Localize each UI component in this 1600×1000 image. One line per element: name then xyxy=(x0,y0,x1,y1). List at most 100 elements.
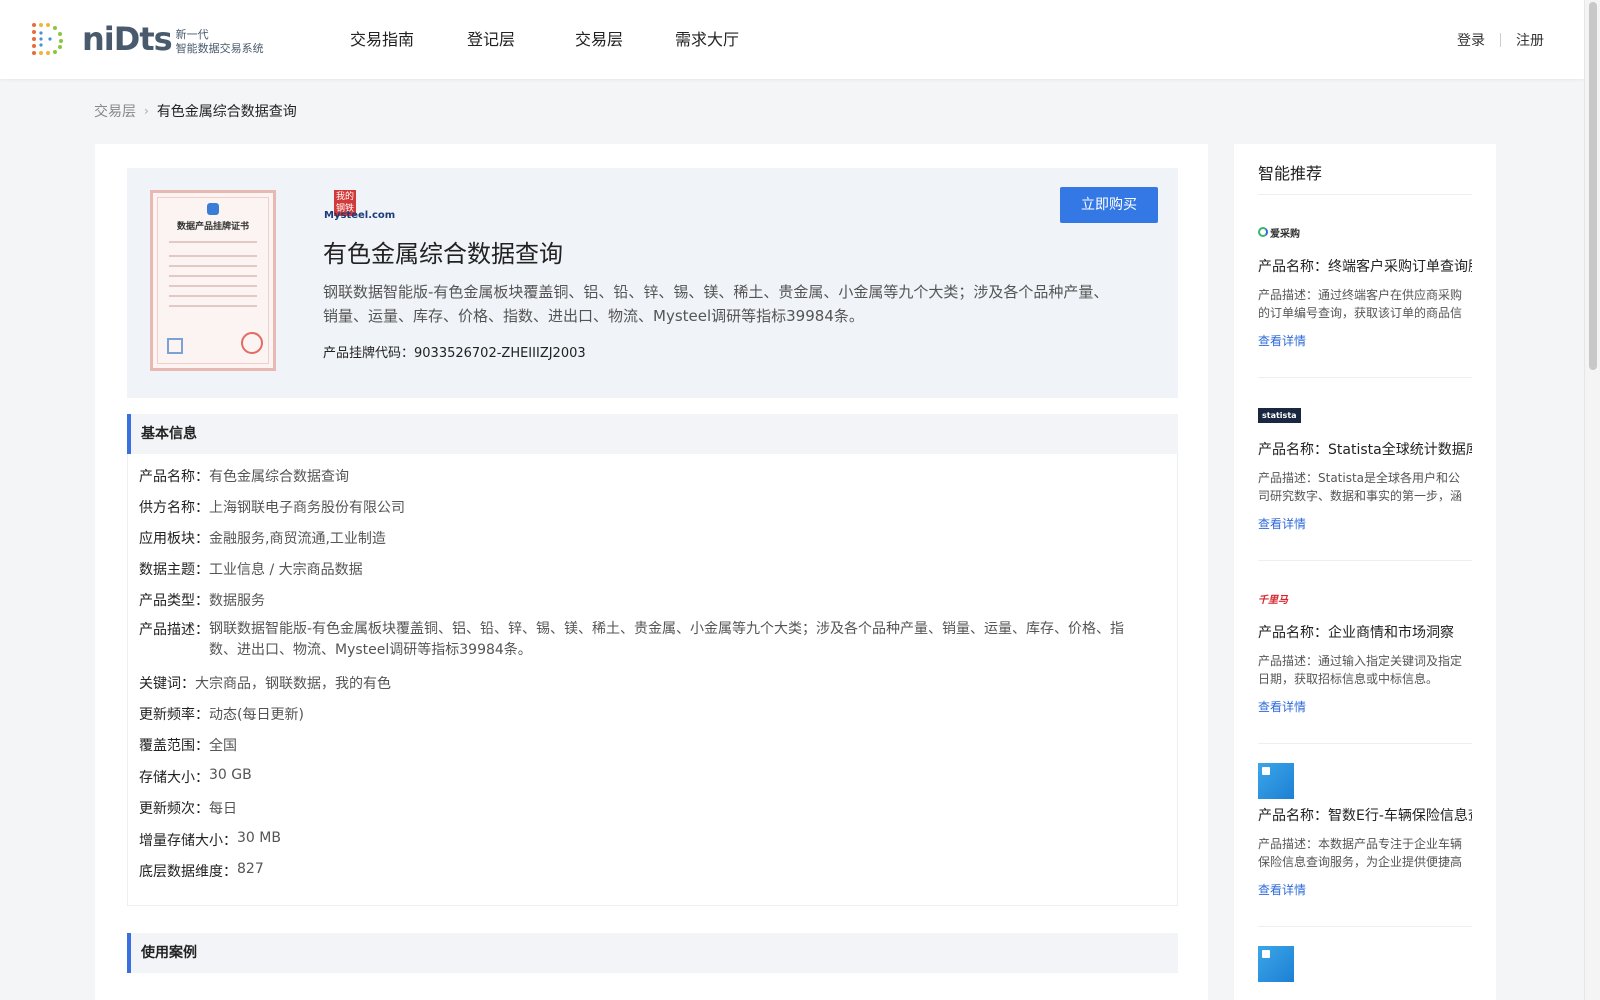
recommendation-name[interactable]: 产品名称：智数E行-车辆保险信息查询 xyxy=(1258,805,1472,825)
provider-logo-text: statista xyxy=(1258,407,1301,423)
info-value: 上海钢联电子商务股份有限公司 xyxy=(209,500,405,516)
breadcrumb-current: 有色金属综合数据查询 xyxy=(156,104,297,120)
certificate-line xyxy=(169,265,257,267)
certificate-line xyxy=(169,275,257,277)
info-key: 产品名称： xyxy=(139,469,209,485)
brand-logo-top: 我的 xyxy=(335,192,354,202)
listing-code-label: 产品挂牌代码： xyxy=(323,346,415,361)
auth-links: 登录 注册 xyxy=(1457,0,1544,79)
qr-code-icon xyxy=(167,338,183,354)
info-value: 每日 xyxy=(209,801,237,817)
recommendation-desc: 产品描述：通过终端客户在供应商采购的订单编号查询，获取该订单的商品信息及物流信息… xyxy=(1258,288,1463,320)
recommendation-name[interactable]: 产品名称：Statista全球统计数据库 xyxy=(1258,439,1472,459)
logo-dots-icon xyxy=(32,23,63,55)
info-row-incremental-size: 增量存储大小： 30 MB xyxy=(139,830,281,850)
view-details-link[interactable]: 查看详情 xyxy=(1258,881,1306,898)
certificate-line xyxy=(169,305,257,307)
info-value: 全国 xyxy=(209,738,237,754)
provider-logo-text: 千里马 xyxy=(1258,594,1288,606)
provider-logo: 爱采购 xyxy=(1258,214,1318,250)
brand-logo-mysteel: 我的 钢铁 Mysteel.com xyxy=(324,190,395,224)
info-key: 覆盖范围： xyxy=(139,738,209,754)
info-value: 金融服务,商贸流通,工业制造 xyxy=(209,531,386,547)
nav-item-demand-hall[interactable]: 需求大厅 xyxy=(675,0,775,79)
page-scrollbar[interactable] xyxy=(1584,0,1600,1000)
breadcrumb: 交易层 › 有色金属综合数据查询 xyxy=(94,101,297,121)
nav-item-trading-guide[interactable]: 交易指南 xyxy=(350,0,467,79)
info-key: 底层数据维度： xyxy=(139,864,237,880)
certificate-title: 数据产品挂牌证书 xyxy=(176,222,249,232)
product-title: 有色金属综合数据查询 xyxy=(323,240,563,268)
info-value: 30 MB xyxy=(237,830,281,846)
info-row-product-type: 产品类型： 数据服务 xyxy=(139,590,265,610)
view-details-link[interactable]: 查看详情 xyxy=(1258,698,1306,715)
product-description: 钢联数据智能版-有色金属板块覆盖铜、铝、铅、锌、锡、镁、稀土、贵金属、小金属等九… xyxy=(323,283,1109,325)
sidebar-title: 智能推荐 xyxy=(1258,164,1323,183)
recommendation-desc: 产品描述：本数据产品专注于企业车辆保险信息查询服务，为企业提供便捷高效的查询体验… xyxy=(1258,837,1463,869)
breadcrumb-trading-layer[interactable]: 交易层 xyxy=(94,101,136,121)
chevron-right-icon: › xyxy=(144,104,149,118)
nav-item-trading-layer[interactable]: 交易层 xyxy=(575,0,675,79)
certificate-line xyxy=(169,241,257,243)
use-cases-heading: 使用案例 xyxy=(127,933,1178,973)
product-listing-code: 产品挂牌代码：9033526702-ZHEIIIZJ2003 xyxy=(323,342,586,361)
sidebar-divider xyxy=(1258,743,1472,744)
sidebar-divider xyxy=(1258,194,1472,195)
info-row-data-topic: 数据主题： 工业信息 / 大宗商品数据 xyxy=(139,559,363,579)
recommendation-name[interactable]: 产品名称：企业商情和市场洞察 xyxy=(1258,622,1472,642)
provider-logo: 千里马 xyxy=(1258,580,1318,616)
info-row-update-cadence: 更新频次： 每日 xyxy=(139,798,237,818)
auth-divider xyxy=(1500,32,1501,47)
sidebar-divider xyxy=(1258,560,1472,561)
info-key: 应用板块： xyxy=(139,531,209,547)
info-key: 产品描述： xyxy=(139,622,209,638)
product-detail-panel: 数据产品挂牌证书 我的 钢铁 Mysteel.com 有色金属综合数据查询 钢联数… xyxy=(95,144,1208,1000)
recommendation-desc: 产品描述：Statista是全球各用户和公司研究数字、数据和事实的第一步，涵盖众… xyxy=(1258,471,1463,503)
recommendation-sidebar: 智能推荐 爱采购 产品名称：终端客户采购订单查询服务 产品描述：通过终端客户在供… xyxy=(1234,144,1496,1000)
login-link[interactable]: 登录 xyxy=(1457,30,1485,50)
info-row-dimensions: 底层数据维度： 827 xyxy=(139,861,264,881)
view-details-link[interactable]: 查看详情 xyxy=(1258,332,1306,349)
scrollbar-thumb[interactable] xyxy=(1589,2,1597,370)
provider-logo xyxy=(1258,763,1318,799)
logo-wordmark: niDts xyxy=(82,20,173,58)
info-key: 关键词： xyxy=(139,676,195,692)
certificate-image[interactable]: 数据产品挂牌证书 xyxy=(150,190,276,371)
info-value: 数据服务 xyxy=(209,593,265,609)
provider-logo-tile-mark xyxy=(1262,950,1270,958)
logo-subtitle-line1: 新一代 xyxy=(175,28,209,41)
view-details-link[interactable]: 查看详情 xyxy=(1258,515,1306,532)
info-value: 动态(每日更新) xyxy=(209,707,304,723)
info-key: 数据主题： xyxy=(139,562,209,578)
info-value: 钢联数据智能版-有色金属板块覆盖铜、铝、铅、锌、锡、镁、稀土、贵金属、小金属等九… xyxy=(209,621,1125,658)
certificate-line xyxy=(169,285,257,287)
info-key: 供方名称： xyxy=(139,500,209,516)
info-key: 增量存储大小： xyxy=(139,833,237,849)
logo-subtitle-line2: 智能数据交易系统 xyxy=(175,42,264,55)
register-link[interactable]: 注册 xyxy=(1516,30,1544,50)
site-logo[interactable]: niDts 新一代 智能数据交易系统 xyxy=(28,19,264,59)
info-key: 更新频次： xyxy=(139,801,209,817)
provider-logo-tile-mark xyxy=(1262,767,1270,775)
provider-logo: statista xyxy=(1258,397,1318,433)
buy-now-button[interactable]: 立即购买 xyxy=(1060,187,1158,223)
recommendation-item-partial xyxy=(1258,946,1294,982)
product-hero: 数据产品挂牌证书 我的 钢铁 Mysteel.com 有色金属综合数据查询 钢联数… xyxy=(127,168,1178,398)
certificate-line xyxy=(169,255,257,257)
info-value: 有色金属综合数据查询 xyxy=(209,469,349,485)
nav-item-registration-layer[interactable]: 登记层 xyxy=(467,0,575,79)
info-value: 工业信息 / 大宗商品数据 xyxy=(209,562,363,578)
info-value: 30 GB xyxy=(209,767,252,783)
info-key: 更新频率： xyxy=(139,707,209,723)
basic-info-heading: 基本信息 xyxy=(127,414,1178,454)
seal-stamp-icon xyxy=(241,332,263,354)
main-nav: 交易指南 登记层 交易层 需求大厅 xyxy=(350,0,775,79)
brand-logo-word: Mysteel.com xyxy=(324,210,396,221)
recommendation-name[interactable]: 产品名称：终端客户采购订单查询服务 xyxy=(1258,256,1472,276)
info-value: 827 xyxy=(237,861,264,877)
provider-logo-text: 爱采购 xyxy=(1270,228,1300,240)
info-row-product-name: 产品名称： 有色金属综合数据查询 xyxy=(139,466,349,486)
certificate-badge-icon xyxy=(207,203,219,215)
listing-code-value: 9033526702-ZHEIIIZJ2003 xyxy=(414,346,586,361)
certificate-line xyxy=(169,295,257,297)
